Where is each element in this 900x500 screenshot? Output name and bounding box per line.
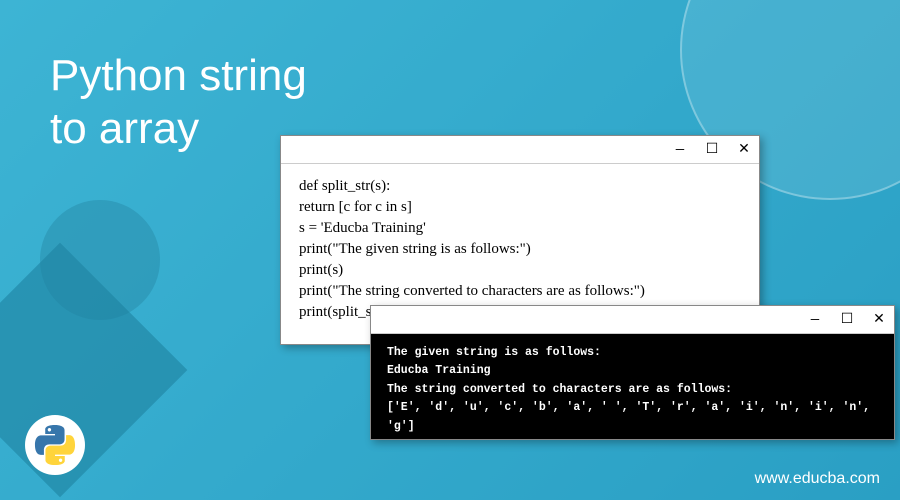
code-line: s = 'Educba Training' xyxy=(299,218,741,239)
close-icon[interactable]: ✕ xyxy=(737,143,751,157)
python-logo-icon xyxy=(25,415,85,475)
terminal-line: The given string is as follows: xyxy=(387,344,878,362)
terminal-line: The string converted to characters are a… xyxy=(387,381,878,399)
minimize-icon[interactable]: — xyxy=(808,313,822,327)
terminal-window: — ☐ ✕ The given string is as follows: Ed… xyxy=(370,305,895,440)
code-line: print(s) xyxy=(299,260,741,281)
terminal-line: Educba Training xyxy=(387,362,878,380)
window-title-bar: — ☐ ✕ xyxy=(371,306,894,334)
title-line-1: Python string xyxy=(50,50,307,103)
minimize-icon[interactable]: — xyxy=(673,143,687,157)
code-line: print("The given string is as follows:") xyxy=(299,239,741,260)
page-title: Python string to array xyxy=(50,50,307,156)
terminal-line: ['E', 'd', 'u', 'c', 'b', 'a', ' ', 'T',… xyxy=(387,399,878,436)
terminal-content: The given string is as follows: Educba T… xyxy=(371,334,894,446)
website-url: www.educba.com xyxy=(755,470,880,488)
code-line: return [c for c in s] xyxy=(299,197,741,218)
close-icon[interactable]: ✕ xyxy=(872,313,886,327)
code-line: print("The string converted to character… xyxy=(299,281,741,302)
maximize-icon[interactable]: ☐ xyxy=(840,313,854,327)
maximize-icon[interactable]: ☐ xyxy=(705,143,719,157)
code-line: def split_str(s): xyxy=(299,176,741,197)
window-title-bar: — ☐ ✕ xyxy=(281,136,759,164)
title-line-2: to array xyxy=(50,103,307,156)
